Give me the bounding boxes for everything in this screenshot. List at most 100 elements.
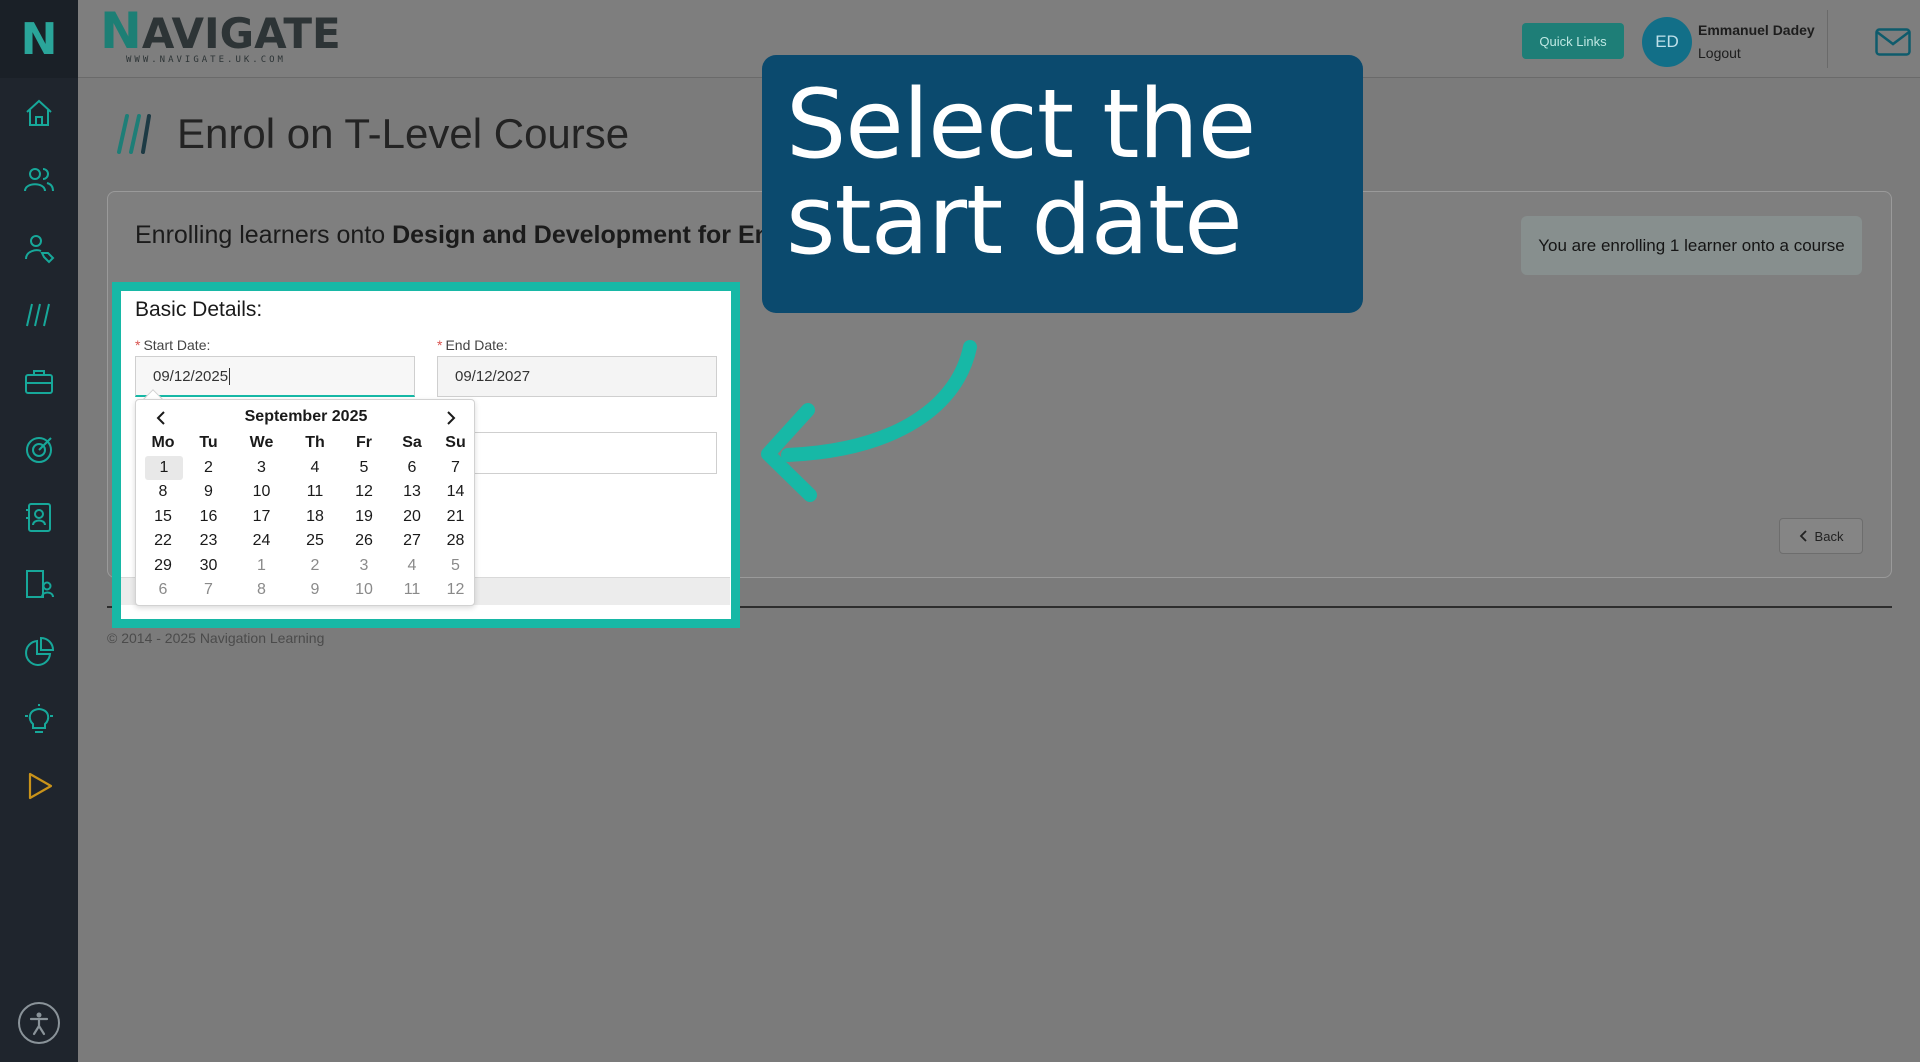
calendar-week-row: 6 7 8 9 10 11 12: [143, 578, 469, 603]
obscured-input[interactable]: [473, 432, 717, 474]
calendar-week-row: 15 16 17 18 19 20 21: [143, 505, 469, 530]
calendar-day[interactable]: 16: [183, 505, 234, 530]
calendar-day[interactable]: 4: [387, 554, 437, 579]
page-title: Enrol on T-Level Course: [177, 110, 630, 157]
accessibility-icon[interactable]: [18, 1002, 60, 1044]
contact-card-icon[interactable]: [17, 495, 61, 539]
mail-icon[interactable]: [1875, 28, 1911, 56]
calendar-weekday-row: Mo Tu We Th Fr Sa Su: [143, 431, 469, 456]
calendar-day[interactable]: 25: [289, 529, 341, 554]
user-name: Emmanuel Dadey: [1698, 22, 1815, 38]
date-picker: September 2025 Mo Tu We Th Fr Sa Su 1 2 3 4 5 6 7 8 9 10…: [135, 399, 475, 606]
calendar-day[interactable]: 26: [341, 529, 387, 554]
calendar-day[interactable]: 12: [341, 480, 387, 505]
enrol-description: Enrolling learners onto Design and Devel…: [135, 221, 792, 250]
start-date-input[interactable]: 09/12/2025: [135, 356, 415, 397]
calendar-day[interactable]: 30: [183, 554, 234, 579]
logo-letter: N: [20, 13, 58, 65]
calendar-day[interactable]: 21: [437, 505, 474, 530]
pie-chart-icon[interactable]: [17, 630, 61, 674]
calendar-day[interactable]: 7: [437, 456, 474, 481]
target-icon[interactable]: [17, 428, 61, 472]
user-tag-icon[interactable]: [17, 226, 61, 270]
sidebar-logo[interactable]: N: [0, 0, 78, 78]
users-icon[interactable]: [17, 158, 61, 202]
building-user-icon[interactable]: [17, 562, 61, 606]
calendar-day[interactable]: 13: [387, 480, 437, 505]
navigate-logo[interactable]: NAVIGATE WWW.NAVIGATE.UK.COM: [100, 6, 341, 65]
calendar-day[interactable]: 19: [341, 505, 387, 530]
required-mark: *: [135, 337, 141, 353]
calendar-day[interactable]: 1: [234, 554, 289, 579]
calendar-day[interactable]: 17: [234, 505, 289, 530]
calendar-day[interactable]: 6: [387, 456, 437, 481]
start-date-value: 09/12/2025: [153, 367, 229, 385]
calendar-day[interactable]: 28: [437, 529, 474, 554]
calendar-weekday: Tu: [199, 434, 218, 451]
calendar-day[interactable]: 9: [183, 480, 234, 505]
calendar-month[interactable]: September 2025: [136, 408, 476, 426]
calendar-day[interactable]: 24: [234, 529, 289, 554]
calendar-week-row: 8 9 10 11 12 13 14: [143, 480, 469, 505]
calendar-day[interactable]: 15: [143, 505, 183, 530]
calendar-grid: Mo Tu We Th Fr Sa Su 1 2 3 4 5 6 7 8 9 10 11 12 13 14 15 16 17 1…: [143, 431, 469, 603]
required-mark: *: [437, 337, 443, 353]
back-label: Back: [1814, 528, 1844, 544]
calendar-day[interactable]: 23: [183, 529, 234, 554]
calendar-day[interactable]: 6: [143, 578, 183, 603]
quick-links-button[interactable]: Quick Links: [1522, 23, 1624, 59]
calendar-day[interactable]: 10: [341, 578, 387, 603]
chevron-right-icon[interactable]: [440, 406, 462, 430]
calendar-weekday: We: [249, 434, 274, 451]
avatar[interactable]: ED: [1642, 17, 1692, 67]
back-button[interactable]: Back: [1779, 518, 1863, 554]
calendar-day[interactable]: 11: [387, 578, 437, 603]
callout-box: Select the start date: [762, 55, 1363, 313]
calendar-week-row: 22 23 24 25 26 27 28: [143, 529, 469, 554]
calendar-day[interactable]: 11: [289, 480, 341, 505]
end-date-input[interactable]: 09/12/2027: [437, 356, 717, 397]
lightbulb-icon[interactable]: [17, 697, 61, 741]
calendar-week-row: 29 30 1 2 3 4 5: [143, 554, 469, 579]
calendar-day[interactable]: 18: [289, 505, 341, 530]
play-icon[interactable]: [17, 764, 61, 808]
calendar-day[interactable]: 8: [234, 578, 289, 603]
calendar-header: September 2025: [136, 406, 476, 430]
logout-link[interactable]: Logout: [1698, 45, 1741, 61]
calendar-day[interactable]: 1: [145, 455, 183, 480]
calendar-week-row: 1234567: [143, 455, 469, 481]
calendar-day[interactable]: 8: [143, 480, 183, 505]
calendar-day[interactable]: 2: [289, 554, 341, 579]
calendar-day[interactable]: 20: [387, 505, 437, 530]
calendar-day[interactable]: 22: [143, 529, 183, 554]
calendar-day[interactable]: 3: [341, 554, 387, 579]
courses-slashes-icon[interactable]: [17, 293, 61, 337]
calendar-weekday: Sa: [402, 434, 422, 451]
enrol-prefix: Enrolling learners onto: [135, 221, 393, 249]
calendar-day[interactable]: 4: [289, 456, 341, 481]
calendar-day[interactable]: 7: [183, 578, 234, 603]
calendar-day[interactable]: 10: [234, 480, 289, 505]
briefcase-icon[interactable]: [17, 360, 61, 404]
sidebar: N: [0, 0, 78, 1062]
calendar-weekday: Mo: [151, 434, 175, 451]
section-title: Basic Details:: [135, 298, 263, 321]
calendar-weekday: Su: [445, 434, 466, 451]
calendar-day[interactable]: 29: [143, 554, 183, 579]
calendar-day[interactable]: 12: [437, 578, 474, 603]
end-date-label-text: End Date:: [445, 337, 508, 353]
calendar-day[interactable]: 5: [437, 554, 474, 579]
calendar-day[interactable]: 9: [289, 578, 341, 603]
calendar-day[interactable]: 27: [387, 529, 437, 554]
calendar-day[interactable]: 2: [183, 456, 234, 481]
page-title-row: Enrol on T-Level Course: [117, 110, 629, 158]
courses-slashes-icon: [117, 114, 151, 154]
calendar-day[interactable]: 14: [437, 480, 474, 505]
calendar-weekday: Fr: [356, 434, 372, 451]
home-icon[interactable]: [17, 91, 61, 135]
course-name: Design and Development for Engi: [392, 221, 793, 249]
calendar-day[interactable]: 5: [341, 456, 387, 481]
header-divider: [1827, 10, 1828, 68]
calendar-day[interactable]: 3: [234, 456, 289, 481]
end-date-label: * End Date:: [437, 337, 508, 353]
